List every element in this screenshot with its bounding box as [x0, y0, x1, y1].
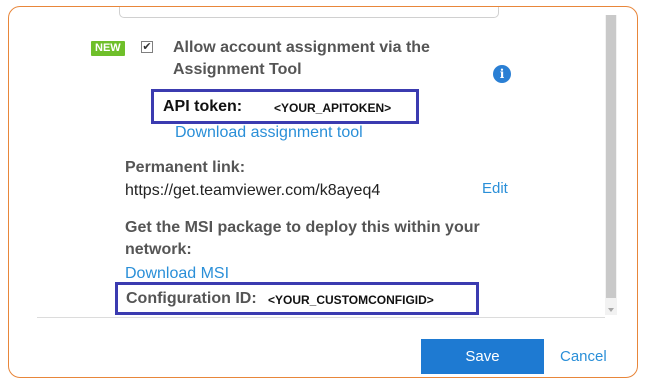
assignment-label: Allow account assignment via the Assignm… [173, 39, 430, 78]
settings-panel: NEW ✔ Allow account assignment via the A… [37, 7, 605, 318]
info-icon[interactable]: i [493, 65, 511, 83]
configuration-id-highlight: Configuration ID: <YOUR_CUSTOMCONFIGID> [115, 282, 479, 315]
permanent-link-url: https://get.teamviewer.com/k8ayeq4 [125, 182, 381, 199]
msi-description: Get the MSI package to deploy this withi… [125, 219, 480, 258]
configuration-id-label: Configuration ID: [126, 290, 257, 307]
new-badge: NEW [91, 41, 125, 56]
api-token-value: <YOUR_APITOKEN> [274, 101, 392, 115]
scrollbar-thumb[interactable] [606, 15, 616, 298]
scroll-down-arrow-icon[interactable] [608, 308, 614, 312]
vertical-scrollbar[interactable] [605, 15, 617, 315]
assignment-checkbox[interactable]: ✔ [141, 41, 153, 53]
api-token-highlight: API token: <YOUR_APITOKEN> [151, 89, 419, 124]
permanent-link-label: Permanent link: [125, 159, 246, 176]
download-assignment-tool-link[interactable]: Download assignment tool [175, 124, 363, 142]
top-input-field[interactable] [119, 7, 499, 18]
api-token-label: API token: [163, 98, 243, 115]
save-button[interactable]: Save [421, 339, 544, 374]
download-msi-link[interactable]: Download MSI [125, 265, 229, 283]
edit-link[interactable]: Edit [482, 180, 508, 197]
configuration-id-value: <YOUR_CUSTOMCONFIGID> [268, 293, 434, 307]
dialog-frame: NEW ✔ Allow account assignment via the A… [8, 6, 638, 378]
cancel-link[interactable]: Cancel [560, 348, 607, 365]
